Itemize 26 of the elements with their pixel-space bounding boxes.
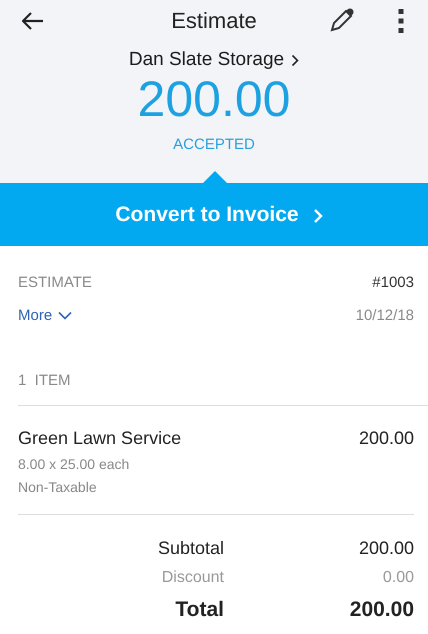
total-value: 200.00 (348, 598, 414, 622)
screen-title: Estimate (171, 8, 257, 34)
estimate-amount: 200.00 (138, 73, 290, 126)
more-options-icon[interactable] (398, 9, 404, 33)
back-arrow-icon[interactable] (22, 12, 44, 30)
pointer-notch (203, 171, 227, 183)
total-label: Subtotal (156, 538, 224, 558)
total-value: 200.00 (358, 538, 414, 558)
item-count: 1 ITEM (18, 372, 72, 389)
item-tax-status: Non-Taxable (18, 479, 98, 495)
status-label: ACCEPTED (173, 136, 255, 152)
customer-name[interactable]: Dan Slate Storage (128, 49, 284, 71)
more-link[interactable]: More (18, 307, 72, 324)
document-type-label: ESTIMATE (18, 274, 92, 291)
estimate-number: #1003 (372, 274, 414, 291)
estimate-date: 10/12/18 (356, 307, 414, 324)
chevron-right-icon (312, 208, 323, 224)
item-amount: 200.00 (358, 428, 414, 449)
chevron-right-icon[interactable] (291, 54, 300, 66)
pencil-icon[interactable] (328, 8, 354, 34)
total-value: 0.00 (382, 569, 414, 587)
item-quantity: 8.00 x 25.00 each (18, 456, 130, 472)
total-label: Total (174, 598, 224, 622)
chevron-down-icon (58, 311, 72, 320)
total-label: Discount (160, 569, 224, 587)
item-name[interactable]: Green Lawn Service (18, 428, 182, 449)
